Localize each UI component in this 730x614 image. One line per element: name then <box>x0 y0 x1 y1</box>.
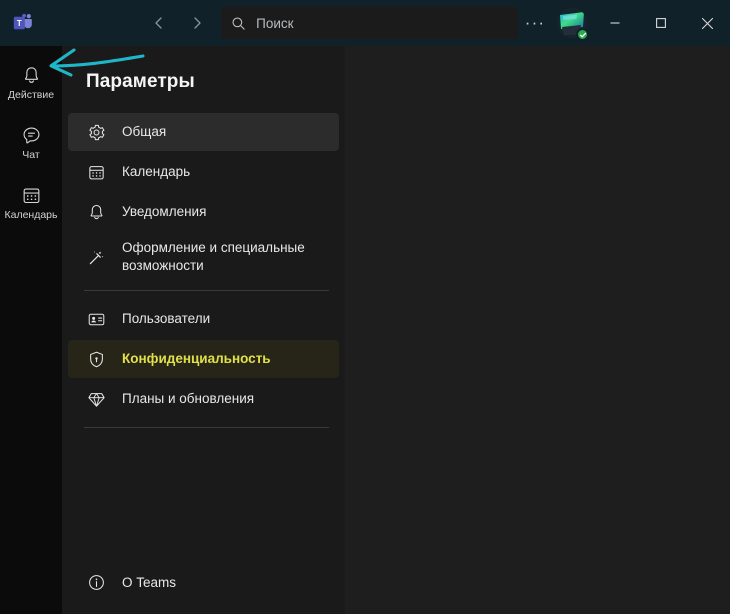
title-bar: T ··· <box>0 0 730 46</box>
settings-item-notifications[interactable]: Уведомления <box>68 193 339 231</box>
diamond-icon <box>84 387 108 411</box>
settings-item-label: Планы и обновления <box>122 391 255 407</box>
back-button[interactable] <box>145 9 173 37</box>
sidebar-item-label: Действие <box>7 89 55 102</box>
sidebar-item-calendar[interactable]: Календарь <box>0 174 62 230</box>
app-logo: T <box>0 0 45 46</box>
settings-item-plans-updates[interactable]: Планы и обновления <box>68 380 339 418</box>
maximize-button[interactable] <box>638 0 684 46</box>
close-button[interactable] <box>684 0 730 46</box>
chat-icon <box>21 123 42 147</box>
page-title: Параметры <box>86 71 195 92</box>
sidebar-item-label: Календарь <box>4 209 58 222</box>
search-icon <box>231 16 246 31</box>
settings-item-label: Общая <box>122 123 167 139</box>
settings-item-label: Уведомления <box>122 203 207 219</box>
settings-item-privacy[interactable]: Конфиденциальность <box>68 340 339 379</box>
settings-menu: Общая Календарь Уведомления Оформление и… <box>62 113 345 429</box>
left-rail: Действие Чат Календарь <box>0 46 62 614</box>
teams-logo-icon: T <box>13 13 32 30</box>
settings-item-general[interactable]: Общая <box>68 113 339 151</box>
contact-card-icon <box>84 307 108 331</box>
settings-item-label: Пользователи <box>122 311 211 327</box>
presence-badge <box>576 28 589 41</box>
menu-separator <box>84 290 329 292</box>
minimize-button[interactable] <box>592 0 638 46</box>
maximize-icon <box>656 18 666 28</box>
settings-item-label: Календарь <box>122 163 191 179</box>
settings-item-calendar[interactable]: Календарь <box>68 153 339 191</box>
chevron-right-icon <box>194 17 201 29</box>
gear-icon <box>84 120 108 144</box>
about-teams-label: О Teams <box>122 574 177 590</box>
info-icon <box>84 570 108 594</box>
teams-window: T ··· <box>0 0 730 614</box>
calendar-icon <box>84 160 108 184</box>
magic-wand-icon <box>84 245 108 269</box>
content-area <box>345 46 730 614</box>
navigation-buttons <box>145 9 211 37</box>
avatar-button[interactable] <box>552 0 592 46</box>
settings-item-label: Оформление и специальные возможности <box>122 240 305 274</box>
more-options-button[interactable]: ··· <box>518 0 552 46</box>
settings-panel: Параметры Общая Календарь Уведомления Оф… <box>62 46 345 614</box>
about-teams-button[interactable]: О Teams <box>68 564 184 600</box>
search-input[interactable] <box>256 15 508 31</box>
minimize-icon <box>610 22 620 24</box>
settings-item-appearance[interactable]: Оформление и специальные возможности <box>68 233 339 281</box>
calendar-icon <box>21 183 42 207</box>
menu-separator <box>84 427 329 429</box>
bell-icon <box>21 63 42 87</box>
sidebar-item-label: Чат <box>22 149 40 162</box>
title-bar-right: ··· <box>518 0 730 46</box>
search-box[interactable] <box>221 7 518 39</box>
settings-item-people[interactable]: Пользователи <box>68 300 339 338</box>
settings-item-label: Конфиденциальность <box>122 351 271 367</box>
shield-lock-icon <box>84 347 108 371</box>
chevron-left-icon <box>155 17 162 29</box>
svg-text:T: T <box>17 19 22 28</box>
bell-icon <box>84 200 108 224</box>
sidebar-item-activity[interactable]: Действие <box>0 54 62 110</box>
close-icon <box>701 17 713 29</box>
check-circle-icon <box>579 32 586 37</box>
forward-button[interactable] <box>183 9 211 37</box>
sidebar-item-chat[interactable]: Чат <box>0 114 62 170</box>
